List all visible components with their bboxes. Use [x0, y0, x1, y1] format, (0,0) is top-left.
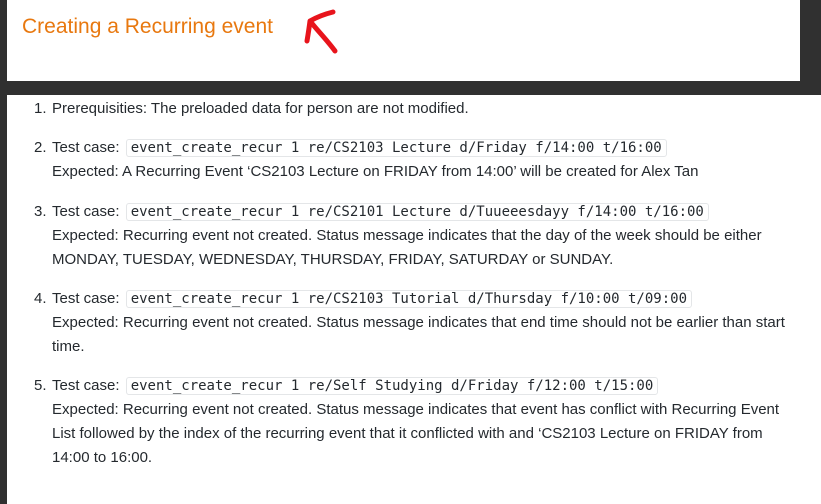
step-number: 4. [34, 290, 47, 307]
step-number: 1. [34, 100, 47, 117]
step-number: 2. [34, 139, 47, 156]
header-panel: Creating a Recurring event [7, 0, 800, 81]
page-title: Creating a Recurring event [22, 15, 273, 38]
test-case-line: Test case: event_create_recur 1 re/CS210… [52, 200, 709, 224]
test-case-line: Test case: event_create_recur 1 re/CS210… [52, 287, 692, 311]
test-case-line: Test case: event_create_recur 1 re/CS210… [52, 136, 667, 160]
test-case-line: Test case: event_create_recur 1 re/Self … [52, 374, 659, 398]
step-text: Prerequisities: The preloaded data for p… [52, 100, 469, 117]
expected-text: Expected: Recurring event not created. S… [52, 401, 780, 466]
hand-drawn-arrow-icon [304, 9, 338, 54]
step-number: 3. [34, 203, 47, 220]
expected-text: Expected: Recurring event not created. S… [52, 227, 762, 268]
expected-text: Expected: Recurring event not created. S… [52, 314, 785, 355]
test-case-label: Test case: [52, 203, 120, 220]
test-case-label: Test case: [52, 290, 120, 307]
test-case-label: Test case: [52, 377, 120, 394]
test-case-label: Test case: [52, 139, 120, 156]
step-number: 5. [34, 377, 47, 394]
command-code: event_create_recur 1 re/Self Studying d/… [125, 377, 659, 395]
expected-text: Expected: A Recurring Event ‘CS2103 Lect… [52, 163, 699, 180]
command-code: event_create_recur 1 re/CS2103 Lecture d… [125, 139, 667, 157]
command-code: event_create_recur 1 re/CS2103 Tutorial … [125, 290, 692, 308]
command-code: event_create_recur 1 re/CS2101 Lecture d… [125, 203, 709, 221]
content-panel: 1. Prerequisities: The preloaded data fo… [7, 95, 821, 504]
